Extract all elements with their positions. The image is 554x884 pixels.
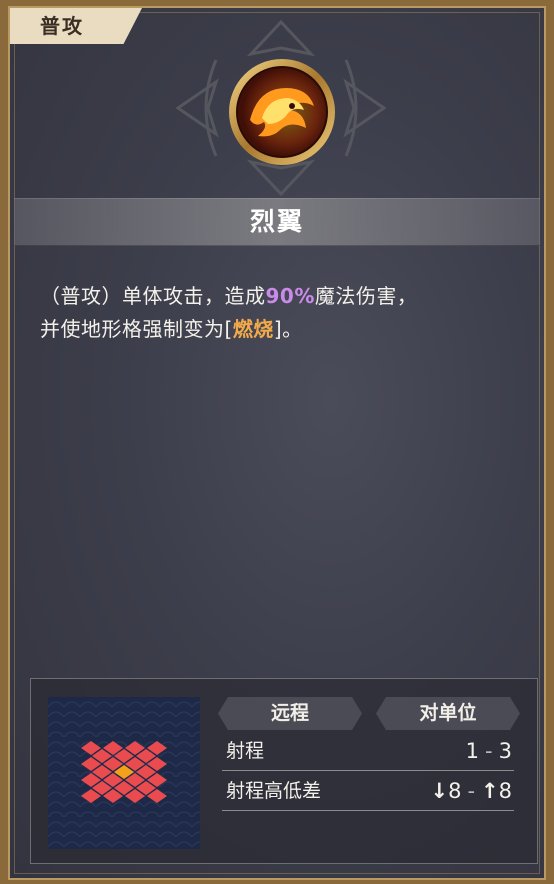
attack-type-badge: 远程 bbox=[218, 697, 362, 730]
skill-card: 普攻 烈翼 （普攻）单体攻击，造成90%魔法伤害， 并使地形格强制变为[燃烧]。… bbox=[0, 0, 554, 884]
range-grid-map bbox=[48, 697, 200, 849]
range-grid bbox=[48, 697, 200, 849]
arrow-up-icon: ↑ bbox=[481, 779, 499, 803]
range-max: 3 bbox=[498, 739, 512, 763]
skill-description: （普攻）单体攻击，造成90%魔法伤害， 并使地形格强制变为[燃烧]。 bbox=[40, 280, 520, 346]
description-line-2: 并使地形格强制变为[燃烧]。 bbox=[40, 313, 520, 346]
skill-name-banner: 烈翼 bbox=[14, 198, 540, 246]
range-value: 1-3 bbox=[466, 732, 512, 770]
range-label: 射程 bbox=[226, 740, 265, 762]
desc-text-1a: （普攻）单体攻击，造成 bbox=[40, 284, 266, 308]
burning-status-keyword[interactable]: 燃烧 bbox=[233, 317, 274, 341]
desc-text-2b: ]。 bbox=[273, 317, 303, 341]
height-diff-value: ↓8- ↑8 bbox=[430, 772, 512, 810]
height-up: 8 bbox=[498, 779, 512, 803]
tab-normal-attack-label: 普攻 bbox=[40, 14, 84, 38]
skill-name: 烈翼 bbox=[249, 207, 304, 236]
range-row: 射程 1-3 bbox=[222, 732, 514, 771]
damage-percent: 90% bbox=[265, 284, 315, 308]
arrow-down-icon: ↓ bbox=[430, 779, 449, 803]
desc-text-1b: 魔法伤害， bbox=[314, 284, 418, 308]
description-line-1: （普攻）单体攻击，造成90%魔法伤害， bbox=[40, 280, 520, 313]
range-min: 1 bbox=[465, 739, 480, 763]
height-separator: - bbox=[467, 779, 476, 803]
range-separator: - bbox=[485, 739, 493, 763]
desc-text-2a: 并使地形格强制变为[ bbox=[40, 317, 233, 341]
target-type-badge: 对单位 bbox=[376, 697, 520, 730]
height-diff-row: 射程高低差 ↓8- ↑8 bbox=[222, 772, 514, 811]
fire-bird-icon bbox=[229, 59, 335, 165]
height-down: 8 bbox=[448, 779, 462, 803]
height-diff-label: 射程高低差 bbox=[226, 780, 322, 802]
